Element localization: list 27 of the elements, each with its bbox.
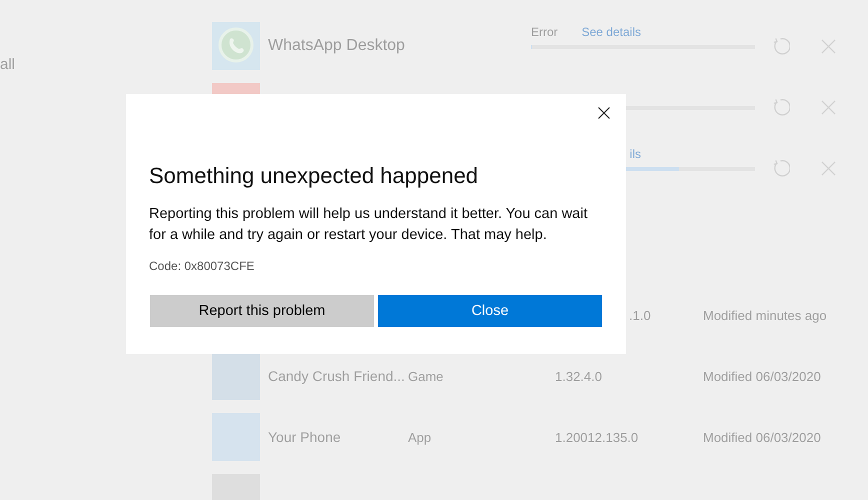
dialog-title: Something unexpected happened [149,162,480,190]
modified-date: Modified 06/03/2020 [703,368,821,384]
app-tile-icon [212,413,260,461]
app-version: 1.32.4.0 [555,368,602,384]
retry-icon[interactable] [771,36,790,56]
close-button[interactable]: Close [378,295,602,327]
modified-date: Modified 06/03/2020 [703,430,821,444]
see-details-link[interactable]: ils [630,147,641,162]
app-name: Candy Crush Friend... [268,368,405,384]
report-button[interactable]: Report this problem [150,295,374,327]
nav-item[interactable]: all [0,56,16,73]
chat-bubble-icon [212,22,260,70]
modified-date: Modified minutes ago [703,308,827,322]
error-code: Code: 0x80073CFE [149,259,256,273]
app-tile-icon [212,352,260,400]
app-name: WhatsApp Desktop [268,37,405,54]
app-type: Game [408,368,444,384]
app-name: Your Phone [268,429,341,445]
app-type: App [408,430,432,444]
see-details-link[interactable]: See details [582,25,641,40]
app-version: .1.0 [629,308,651,322]
retry-icon[interactable] [771,158,790,178]
dialog-message: Reporting this problem will help us understand it better. You can wait for a while and try again or restart your device. That may help. [149,205,588,245]
app-version: 1.20012.135.0 [555,430,638,444]
close-icon[interactable] [598,107,610,119]
status-text: Error [531,25,558,40]
retry-icon[interactable] [771,98,790,116]
